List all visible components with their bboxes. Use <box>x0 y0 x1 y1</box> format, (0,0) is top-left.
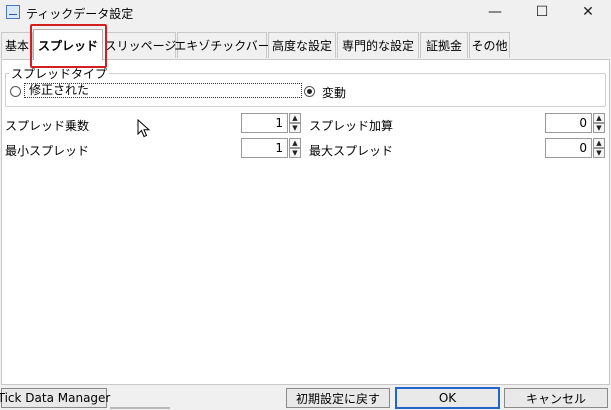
spin-down-icon[interactable]: ▼ <box>593 123 605 133</box>
tab-expert[interactable]: 専門的な設定 <box>337 32 419 58</box>
tick-data-manager-button[interactable]: Tick Data Manager <box>0 388 110 408</box>
radio-variable-label[interactable]: 変動 <box>322 84 346 101</box>
radio-fixed-label[interactable]: 修正された <box>24 83 302 98</box>
reset-defaults-button[interactable]: 初期設定に戻す <box>286 388 390 408</box>
maximize-button[interactable]: ☐ <box>519 0 565 24</box>
window-title: ティックデータ設定 <box>26 7 134 21</box>
spin-up-icon[interactable]: ▲ <box>289 113 301 123</box>
radio-variable[interactable] <box>304 86 315 97</box>
spin-up-icon[interactable]: ▲ <box>289 138 301 148</box>
max-spread-input[interactable]: 0 <box>545 138 592 158</box>
footer-divider <box>110 407 170 409</box>
min-spread-label: 最小スプレッド <box>5 144 90 158</box>
tab-exotic-bar[interactable]: エキゾチックバー <box>174 32 270 58</box>
mouse-cursor-icon <box>137 119 151 138</box>
spread-multiplier-input[interactable]: 1 <box>241 113 288 133</box>
max-spread-label: 最大スプレッド <box>309 144 394 158</box>
spin-up-icon[interactable]: ▲ <box>593 113 605 123</box>
spin-down-icon[interactable]: ▼ <box>593 148 605 158</box>
tab-highlight-annotation <box>30 24 107 68</box>
spin-up-icon[interactable]: ▲ <box>593 138 605 148</box>
tab-panel <box>1 59 610 385</box>
spread-addition-label: スプレッド加算 <box>309 119 394 133</box>
spread-addition-stepper[interactable]: ▲ ▼ <box>593 113 605 133</box>
spin-down-icon[interactable]: ▼ <box>289 148 301 158</box>
spread-multiplier-label: スプレッド乗数 <box>5 119 90 133</box>
minimize-button[interactable]: — <box>472 0 518 24</box>
close-button[interactable]: ✕ <box>565 0 611 24</box>
ok-button[interactable]: OK <box>395 387 500 409</box>
tab-advanced[interactable]: 高度な設定 <box>268 32 336 58</box>
min-spread-input[interactable]: 1 <box>241 138 288 158</box>
spin-down-icon[interactable]: ▼ <box>289 123 301 133</box>
spread-multiplier-stepper[interactable]: ▲ ▼ <box>289 113 301 133</box>
max-spread-stepper[interactable]: ▲ ▼ <box>593 138 605 158</box>
cancel-button[interactable]: キャンセル <box>504 388 608 408</box>
tab-basic[interactable]: 基本 <box>1 32 33 58</box>
spread-addition-input[interactable]: 0 <box>545 113 592 133</box>
radio-fixed[interactable] <box>10 86 21 97</box>
tab-slippage[interactable]: スリッページ <box>105 32 176 58</box>
min-spread-stepper[interactable]: ▲ ▼ <box>289 138 301 158</box>
tab-margin[interactable]: 証拠金 <box>420 32 468 58</box>
tick-chart-icon <box>6 5 20 19</box>
tab-other[interactable]: その他 <box>469 32 510 58</box>
